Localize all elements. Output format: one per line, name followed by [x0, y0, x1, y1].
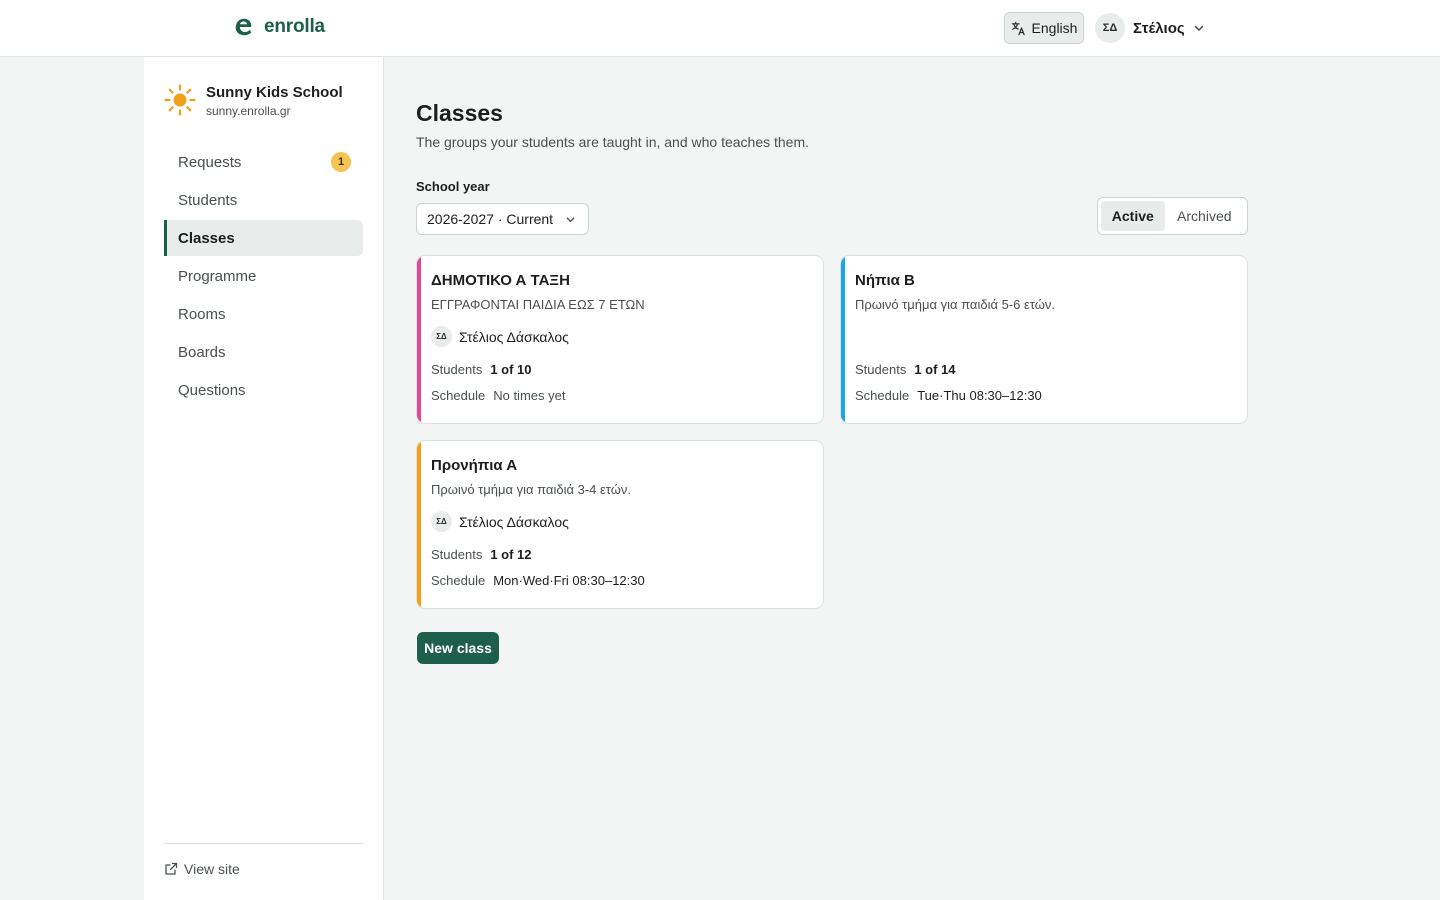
class-description: Πρωινό τμήμα για παιδιά 3-4 ετών.	[431, 482, 632, 497]
translate-icon	[1011, 21, 1025, 35]
language-label: English	[1031, 20, 1078, 36]
sidebar-divider	[164, 843, 363, 844]
schedule-value: Mon·Wed·Fri 08:30–12:30	[493, 573, 645, 588]
class-students-row: Students 1 of 12	[431, 547, 532, 562]
requests-count-badge: 1	[331, 152, 351, 172]
class-teacher: ΣΔ Στέλιος Δάσκαλος	[431, 326, 569, 347]
students-label: Students	[855, 362, 907, 377]
school-year-value: 2026-2027 · Current	[427, 211, 554, 227]
schedule-value: Tue·Thu 08:30–12:30	[917, 388, 1042, 403]
sidebar-item-label: Rooms	[178, 305, 226, 323]
students-count: 1 of 10	[490, 362, 532, 377]
class-teacher: ΣΔ Στέλιος Δάσκαλος	[431, 511, 569, 532]
filter-archived-button[interactable]: Archived	[1165, 201, 1244, 231]
class-card[interactable]: ΔΗΜΟΤΙΚΟ Α ΤΑΞΗ ΕΓΓΡΑΦΟΝΤΑΙ ΠΑΙΔΙΑ ΕΩΣ 7…	[416, 255, 824, 424]
school-year-select[interactable]: 2026-2027 · Current	[416, 203, 589, 235]
sidebar-item-boards[interactable]: Boards	[164, 334, 363, 370]
school-domain: sunny.enrolla.gr	[206, 104, 291, 118]
sidebar-item-label: Boards	[178, 343, 226, 361]
class-name: Νήπια Β	[855, 272, 915, 289]
top-bar: enrolla English ΣΔ Στέλιος	[0, 0, 1440, 57]
sidebar-item-students[interactable]: Students	[164, 182, 363, 218]
brand-name: enrolla	[264, 16, 325, 37]
teacher-avatar: ΣΔ	[431, 511, 452, 532]
status-filter-toggle: Active Archived	[1097, 197, 1248, 235]
sidebar-item-programme[interactable]: Programme	[164, 258, 363, 294]
sidebar-nav: Requests 1 Students Classes Programme Ro…	[164, 144, 363, 410]
schedule-value: No times yet	[493, 388, 566, 403]
avatar: ΣΔ	[1095, 13, 1125, 43]
class-schedule-row: Schedule Tue·Thu 08:30–12:30	[855, 388, 1042, 403]
school-header: Sunny Kids School sunny.enrolla.gr	[164, 83, 343, 119]
schedule-label: Schedule	[431, 573, 486, 588]
school-name: Sunny Kids School	[206, 84, 343, 101]
external-link-icon	[165, 862, 178, 875]
page-subtitle: The groups your students are taught in, …	[416, 134, 810, 150]
class-students-row: Students 1 of 14	[855, 362, 956, 377]
view-site-label: View site	[184, 861, 240, 877]
class-card[interactable]: Προνήπια Α Πρωινό τμήμα για παιδιά 3-4 ε…	[416, 440, 824, 609]
sidebar-item-questions[interactable]: Questions	[164, 372, 363, 408]
students-count: 1 of 12	[490, 547, 532, 562]
class-name: ΔΗΜΟΤΙΚΟ Α ΤΑΞΗ	[431, 272, 570, 289]
enrolla-logo-icon	[235, 18, 252, 36]
sidebar: Sunny Kids School sunny.enrolla.gr Reque…	[144, 57, 384, 900]
teacher-avatar: ΣΔ	[431, 326, 452, 347]
class-description: ΕΓΓΡΑΦΟΝΤΑΙ ΠΑΙΔΙΑ ΕΩΣ 7 ΕΤΩΝ	[431, 297, 645, 312]
user-name: Στέλιος	[1133, 19, 1185, 37]
sidebar-item-label: Students	[178, 191, 238, 209]
class-description: Πρωινό τμήμα για παιδιά 5-6 ετών.	[855, 297, 1056, 312]
chevron-down-icon	[566, 216, 575, 222]
sidebar-item-requests[interactable]: Requests 1	[164, 144, 363, 180]
schedule-label: Schedule	[855, 388, 910, 403]
class-name: Προνήπια Α	[431, 457, 518, 474]
sidebar-item-label: Questions	[178, 381, 246, 399]
brand-link[interactable]: enrolla	[232, 13, 325, 41]
sidebar-item-label: Classes	[178, 229, 235, 247]
class-students-row: Students 1 of 10	[431, 362, 532, 377]
class-schedule-row: Schedule Mon·Wed·Fri 08:30–12:30	[431, 573, 645, 588]
school-year-label: School year	[416, 179, 490, 194]
sidebar-item-label: Requests	[178, 153, 242, 171]
sun-icon	[164, 84, 196, 116]
sidebar-item-label: Programme	[178, 267, 257, 285]
students-label: Students	[431, 362, 483, 377]
class-card[interactable]: Νήπια Β Πρωινό τμήμα για παιδιά 5-6 ετών…	[840, 255, 1248, 424]
filter-active-button[interactable]: Active	[1101, 201, 1165, 231]
sidebar-item-classes[interactable]: Classes	[164, 220, 363, 256]
user-menu[interactable]: ΣΔ Στέλιος	[1095, 12, 1205, 44]
view-site-link[interactable]: View site	[164, 861, 240, 877]
chevron-down-icon	[1194, 25, 1203, 31]
class-schedule-row: Schedule No times yet	[431, 388, 565, 403]
schedule-label: Schedule	[431, 388, 486, 403]
teacher-name: Στέλιος Δάσκαλος	[459, 328, 569, 345]
language-button[interactable]: English	[1004, 12, 1084, 44]
teacher-name: Στέλιος Δάσκαλος	[459, 513, 569, 530]
students-count: 1 of 14	[914, 362, 956, 377]
page-title: Classes	[416, 100, 503, 126]
new-class-button[interactable]: New class	[417, 632, 499, 664]
sidebar-item-rooms[interactable]: Rooms	[164, 296, 363, 332]
students-label: Students	[431, 547, 483, 562]
